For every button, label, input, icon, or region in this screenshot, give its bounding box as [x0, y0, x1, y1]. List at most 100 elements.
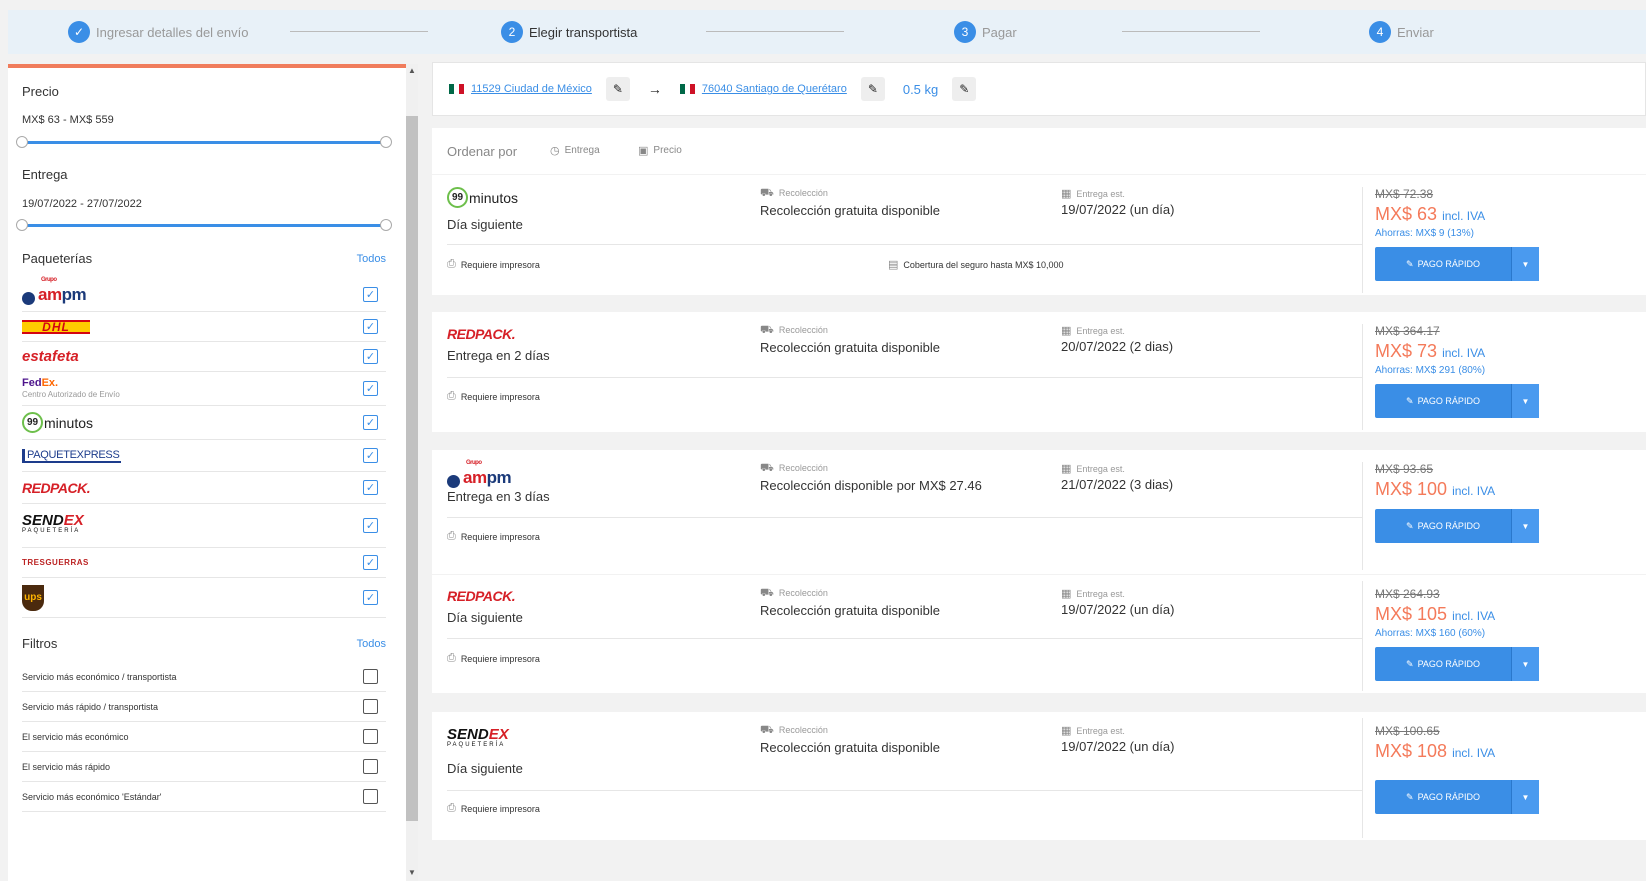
card-vertical-divider [1362, 462, 1363, 570]
chevron-down-icon[interactable]: ▼ [1511, 384, 1539, 418]
filter-label: Servicio más económico / transportista [22, 671, 177, 682]
carriers-select-all[interactable]: Todos [357, 253, 386, 265]
filter-checkbox[interactable] [363, 789, 378, 804]
filter-row[interactable]: Servicio más rápido / transportista [22, 692, 386, 722]
quick-pay-button[interactable]: ✎ PAGO RÁPIDO ▼ [1375, 384, 1539, 418]
scroll-down-icon[interactable]: ▼ [406, 866, 418, 878]
step-4: 4 Enviar [1369, 21, 1434, 43]
carrier-checkbox[interactable]: ✓ [363, 319, 378, 334]
carrier-row-sendex[interactable]: SENDEX PAQUETERÍA ✓ [22, 504, 386, 548]
edit-weight-button[interactable]: ✎ [952, 77, 977, 101]
final-price: MX$ 108 incl. IVA [1375, 741, 1496, 761]
carrier-checkbox[interactable]: ✓ [363, 480, 378, 495]
price-block: MX$ 264.93 MX$ 105 incl. IVA Ahorras: MX… [1375, 587, 1495, 639]
redpack-logo: REDPACK. [447, 588, 516, 604]
step-1: ✓ Ingresar detalles del envío [68, 21, 248, 43]
calendar-icon: ▦ [1061, 463, 1072, 475]
filter-row[interactable]: Servicio más económico / transportista [22, 662, 386, 692]
money-icon: ▣ [638, 145, 649, 157]
sort-by-delivery[interactable]: ◷ Entrega [550, 144, 600, 157]
carrier-row-redpack[interactable]: REDPACK. ✓ [22, 472, 386, 504]
offer-card: REDPACK. Entrega en 2 días ⛟ Recolección … [432, 312, 1646, 432]
dhl-logo: DHL [22, 319, 90, 334]
carrier-row-99minutos[interactable]: 99 minutos ✓ [22, 406, 386, 440]
quick-pay-button[interactable]: ✎ PAGO RÁPIDO ▼ [1375, 509, 1539, 543]
package-weight: 0.5 kg [902, 81, 939, 97]
carrier-row-fedex[interactable]: FedEx. Centro Autorizado de Envío ✓ [22, 372, 386, 406]
original-price: MX$ 364.17 [1375, 324, 1440, 338]
filter-row[interactable]: El servicio más económico [22, 722, 386, 752]
carrier-row-dhl[interactable]: DHL ✓ [22, 312, 386, 342]
carrier-row-tresguerras[interactable]: TRESGUERRAS ✓ [22, 548, 386, 578]
carrier-checkbox[interactable]: ✓ [363, 518, 378, 533]
mexico-flag-icon [679, 84, 695, 94]
carrier-checkbox[interactable]: ✓ [363, 590, 378, 605]
filter-checkbox[interactable] [363, 729, 378, 744]
step-connector [1122, 31, 1260, 32]
card-divider [447, 790, 1362, 791]
pencil-icon: ✎ [1406, 258, 1414, 269]
filter-row[interactable]: Servicio más económico 'Estándar' [22, 782, 386, 812]
pencil-icon: ✎ [1406, 791, 1414, 802]
quick-pay-button[interactable]: ✎ PAGO RÁPIDO ▼ [1375, 647, 1539, 681]
carrier-row-ups[interactable]: ups ✓ [22, 578, 386, 618]
final-price: MX$ 105 incl. IVA [1375, 604, 1496, 624]
arrow-right-icon: → [647, 81, 662, 97]
pickup-icon: ⛟ [760, 462, 774, 474]
carrier-checkbox[interactable]: ✓ [363, 415, 378, 430]
price-min-handle[interactable] [16, 136, 28, 148]
original-price: MX$ 264.93 [1375, 587, 1440, 601]
pickup-info: ⛟ Recolección Recolección gratuita dispon… [760, 724, 940, 755]
sidebar-scrollbar-thumb[interactable] [406, 116, 418, 821]
filters-select-all[interactable]: Todos [357, 638, 386, 650]
step-connector [706, 31, 844, 32]
printer-icon: ⎙ [447, 530, 456, 542]
delivery-max-handle[interactable] [380, 219, 392, 231]
filter-row[interactable]: El servicio más rápido [22, 752, 386, 782]
99minutos-logo: 99 minutos [22, 412, 93, 433]
carrier-checkbox[interactable]: ✓ [363, 381, 378, 396]
savings: Ahorras: MX$ 9 (13%) [1375, 228, 1474, 239]
chevron-down-icon[interactable]: ▼ [1511, 647, 1539, 681]
carrier-checkbox[interactable]: ✓ [363, 448, 378, 463]
delivery-min-handle[interactable] [16, 219, 28, 231]
edit-origin-button[interactable]: ✎ [605, 77, 630, 101]
destination-link[interactable]: 76040 Santiago de Querétaro [702, 83, 847, 95]
delivery-range-value: 19/07/2022 - 27/07/2022 [22, 198, 142, 210]
final-price: MX$ 100 incl. IVA [1375, 479, 1496, 499]
quick-pay-button[interactable]: ✎ PAGO RÁPIDO ▼ [1375, 780, 1539, 814]
filter-checkbox[interactable] [363, 699, 378, 714]
carrier-row-estafeta[interactable]: estafeta ✓ [22, 342, 386, 372]
quick-pay-button[interactable]: ✎ PAGO RÁPIDO ▼ [1375, 247, 1539, 281]
filter-label: Servicio más económico 'Estándar' [22, 791, 162, 802]
chevron-down-icon[interactable]: ▼ [1511, 780, 1539, 814]
pickup-info: ⛟ Recolección Recolección gratuita dispon… [760, 324, 940, 355]
carrier-checkbox[interactable]: ✓ [363, 349, 378, 364]
filters-sidebar: Precio MX$ 63 - MX$ 559 Entrega 19/07/20… [8, 64, 412, 881]
price-max-handle[interactable] [380, 136, 392, 148]
carriers-title: Paqueterías [22, 251, 93, 266]
printer-required: ⎙ Requiere impresora [447, 802, 540, 814]
chevron-down-icon[interactable]: ▼ [1511, 247, 1539, 281]
filter-checkbox[interactable] [363, 759, 378, 774]
scroll-up-icon[interactable]: ▲ [406, 64, 418, 76]
service-name: Entrega en 3 días [447, 489, 550, 504]
edit-destination-button[interactable]: ✎ [860, 77, 885, 101]
delivery-info: ▦ Entrega est. 21/07/2022 (3 dias) [1061, 463, 1174, 492]
estafeta-logo: estafeta [22, 348, 79, 365]
price-slider[interactable] [16, 136, 392, 148]
calendar-icon: ▦ [1061, 588, 1072, 600]
sort-by-price[interactable]: ▣ Precio [638, 144, 682, 157]
printer-required: ⎙ Requiere impresora [447, 652, 540, 664]
filter-label: El servicio más rápido [22, 761, 111, 772]
insurance-info: ▤ Cobertura del seguro hasta MX$ 10,000 [888, 259, 1064, 271]
delivery-slider[interactable] [16, 219, 392, 231]
carrier-row-paquetexpress[interactable]: PAQUETEXPRESS ✓ [22, 440, 386, 472]
delivery-info: ▦ Entrega est. 19/07/2022 (un día) [1061, 588, 1175, 617]
chevron-down-icon[interactable]: ▼ [1511, 509, 1539, 543]
filter-checkbox[interactable] [363, 669, 378, 684]
origin-link[interactable]: 11529 Ciudad de México [471, 83, 592, 95]
carrier-checkbox[interactable]: ✓ [363, 555, 378, 570]
carrier-checkbox[interactable]: ✓ [363, 287, 378, 302]
carrier-row-ampm[interactable]: Grupo ampm ✓ [22, 277, 386, 312]
